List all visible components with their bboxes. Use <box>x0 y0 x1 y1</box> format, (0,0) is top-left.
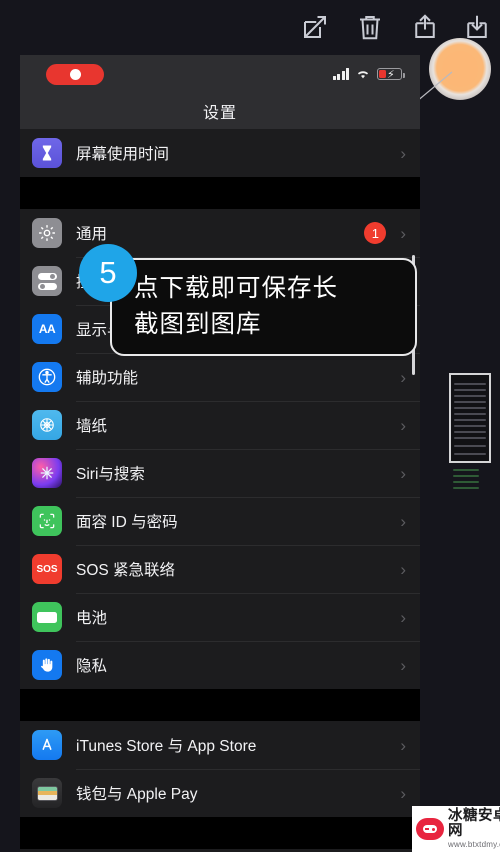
settings-row-face-id[interactable]: 面容 ID 与密码 › <box>20 497 420 545</box>
toggles-icon <box>32 266 62 296</box>
screenshot-thumbnail[interactable] <box>449 373 491 495</box>
wallet-icon <box>32 778 62 808</box>
chevron-right-icon: › <box>400 735 406 755</box>
section-gap <box>20 689 420 721</box>
wallpaper-icon <box>32 410 62 440</box>
record-button[interactable] <box>429 38 491 100</box>
settings-row-label: 通用 <box>76 226 108 243</box>
step-number-badge: 5 <box>79 244 137 302</box>
chevron-right-icon: › <box>400 143 406 163</box>
screenshot-root: ⚡ 设置 屏幕使用时间 › 通用 1 › AA 辅助功能 › 墙纸 › Siri… <box>0 0 500 852</box>
settings-row-label: SOS 紧急联络 <box>76 562 176 579</box>
settings-row-label: 屏幕使用时间 <box>76 146 170 163</box>
settings-row-accessibility[interactable]: 辅助功能 › <box>20 353 420 401</box>
status-bar: ⚡ <box>20 55 420 93</box>
settings-row-label: iTunes Store 与 App Store <box>76 738 257 755</box>
settings-row-label: Siri与搜索 <box>76 466 145 483</box>
settings-row-sos[interactable]: SOS SOS 紧急联络 › <box>20 545 420 593</box>
settings-row-privacy[interactable]: 隐私 › <box>20 641 420 689</box>
settings-row-label: 钱包与 Apple Pay <box>76 786 198 803</box>
settings-row-wallet[interactable]: 钱包与 Apple Pay › <box>20 769 420 817</box>
chevron-right-icon: › <box>400 463 406 483</box>
settings-group: 屏幕使用时间 › <box>20 129 420 177</box>
sos-icon: SOS <box>32 554 62 584</box>
settings-group: iTunes Store 与 App Store › 钱包与 Apple Pay… <box>20 721 420 817</box>
page-title: 设置 <box>20 93 420 129</box>
phone-screen: ⚡ 设置 屏幕使用时间 › 通用 1 › AA 辅助功能 › 墙纸 › Siri… <box>20 55 420 852</box>
settings-row-label: 电池 <box>76 610 108 627</box>
chevron-right-icon: › <box>400 367 406 387</box>
recording-indicator <box>46 64 104 85</box>
section-gap <box>20 817 420 849</box>
chevron-right-icon: › <box>400 223 406 243</box>
thumbnail-preview <box>449 373 491 463</box>
chevron-right-icon: › <box>400 559 406 579</box>
watermark: 冰糖安卓网 www.btxtdmy.com <box>412 806 500 852</box>
share-icon[interactable] <box>410 12 440 42</box>
download-icon[interactable] <box>462 12 492 42</box>
chevron-right-icon: › <box>400 655 406 675</box>
chevron-right-icon: › <box>400 783 406 803</box>
app-store-icon <box>32 730 62 760</box>
wifi-icon <box>357 71 369 79</box>
edit-icon[interactable] <box>300 12 330 42</box>
chevron-right-icon: › <box>400 511 406 531</box>
face-id-icon <box>32 506 62 536</box>
settings-row-general[interactable]: 通用 1 › <box>20 209 420 257</box>
settings-list: 屏幕使用时间 › 通用 1 › AA 辅助功能 › 墙纸 › Siri与搜索 ›… <box>20 129 420 852</box>
settings-row-battery[interactable]: 电池 › <box>20 593 420 641</box>
battery-icon <box>32 602 62 632</box>
settings-row-screen-time[interactable]: 屏幕使用时间 › <box>20 129 420 177</box>
accessibility-icon <box>32 362 62 392</box>
record-button-core <box>442 51 478 87</box>
text-size-icon: AA <box>32 314 62 344</box>
privacy-hand-icon <box>32 650 62 680</box>
battery-charging-icon: ⚡ <box>377 68 405 81</box>
notification-badge: 1 <box>364 222 387 244</box>
section-gap <box>20 177 420 209</box>
candy-logo-icon <box>416 818 444 840</box>
watermark-site-name: 冰糖安卓网 <box>448 808 500 839</box>
instruction-callout: 点下载即可保存长 截图到图库 <box>110 258 417 356</box>
settings-row-siri[interactable]: Siri与搜索 › <box>20 449 420 497</box>
recording-dot-icon <box>69 69 81 80</box>
delete-icon[interactable] <box>355 12 385 42</box>
settings-row-label: 辅助功能 <box>76 370 139 387</box>
settings-row-wallpaper[interactable]: 墙纸 › <box>20 401 420 449</box>
status-icons: ⚡ <box>332 63 405 85</box>
chevron-right-icon: › <box>400 415 406 435</box>
chevron-right-icon: › <box>400 607 406 627</box>
siri-icon <box>32 458 62 488</box>
hourglass-icon <box>32 138 62 168</box>
callout-line-2: 截图到图库 <box>134 311 262 338</box>
callout-line-1: 点下载即可保存长 <box>134 275 338 302</box>
gear-icon <box>32 218 62 248</box>
signal-bars-icon <box>332 68 349 80</box>
settings-row-label: 隐私 <box>76 658 108 675</box>
settings-row-label: 墙纸 <box>76 418 108 435</box>
thumbnail-tail <box>453 467 487 495</box>
settings-row-label: 面容 ID 与密码 <box>76 514 178 531</box>
settings-row-app-store[interactable]: iTunes Store 与 App Store › <box>20 721 420 769</box>
watermark-url: www.btxtdmy.com <box>448 840 500 849</box>
top-toolbar <box>0 0 500 54</box>
